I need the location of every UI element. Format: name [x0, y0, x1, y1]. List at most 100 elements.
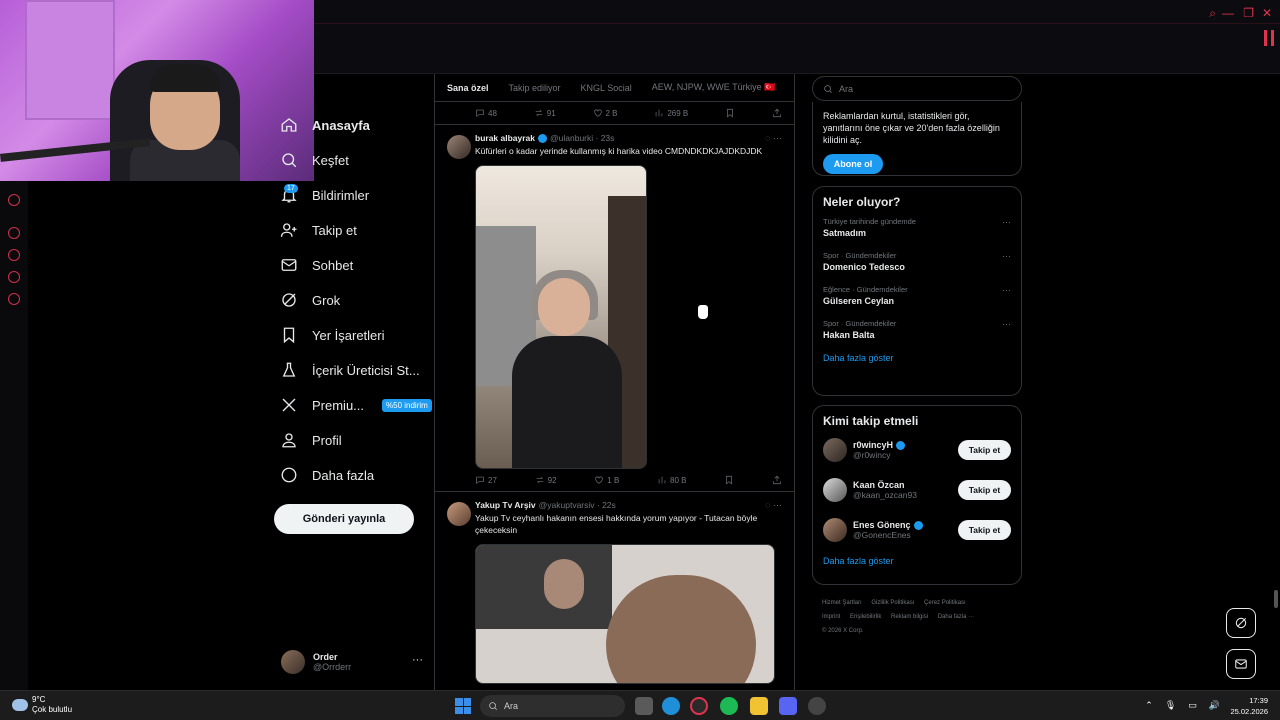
avatar[interactable]: [447, 502, 471, 526]
show-more-link[interactable]: Daha fazla göster: [823, 556, 1011, 566]
tweet-author-name[interactable]: burak albayrak: [475, 133, 535, 143]
dock-settings-icon[interactable]: [8, 293, 20, 305]
grok-float-button[interactable]: [1226, 608, 1256, 638]
file-explorer-icon[interactable]: [750, 697, 768, 715]
weather-widget[interactable]: 9°C Çok bulutlu: [12, 695, 72, 715]
like-button[interactable]: 1 B: [594, 475, 619, 485]
display-icon[interactable]: ▭: [1188, 700, 1197, 711]
search-bar[interactable]: [812, 76, 1022, 101]
more-icon[interactable]: ···: [1002, 285, 1011, 295]
tweet[interactable]: Yakup Tv Arşiv @yakuptvarsiv · 22s ◌ ···…: [435, 491, 794, 684]
search-input[interactable]: [839, 83, 999, 94]
task-view-icon[interactable]: [635, 697, 653, 715]
trend-item[interactable]: Eğlence · Gündemdekiler Gülseren Ceylan …: [823, 285, 1011, 306]
reply-button[interactable]: 48: [475, 108, 497, 118]
pause-icon[interactable]: [1264, 30, 1274, 46]
footer-link[interactable]: Imprint: [822, 614, 840, 620]
windows-start-icon[interactable]: [455, 698, 471, 714]
reply-button[interactable]: 27: [475, 475, 497, 485]
nav-profile[interactable]: Profil: [280, 425, 342, 455]
scrollbar[interactable]: [1274, 590, 1278, 608]
share-button[interactable]: [772, 108, 782, 118]
share-button[interactable]: [772, 475, 782, 485]
avatar[interactable]: [823, 478, 847, 502]
tab-for-you[interactable]: Sana özel: [447, 83, 489, 93]
dock-app-icon[interactable]: [8, 271, 20, 283]
more-icon[interactable]: ◌ ···: [765, 133, 782, 143]
account-switcher[interactable]: Order @Orrderr ···: [281, 648, 431, 676]
microphone-icon[interactable]: 🎙: [1165, 700, 1176, 711]
views-button[interactable]: 80 B: [657, 475, 687, 485]
close-icon[interactable]: ✕: [1262, 6, 1272, 20]
footer-link[interactable]: Hizmet Şartları: [822, 600, 862, 606]
tab-kngl-social[interactable]: KNGL Social: [581, 83, 632, 93]
bookmark-button[interactable]: [725, 108, 735, 118]
footer-link[interactable]: Daha fazla ···: [938, 614, 974, 620]
repost-button[interactable]: 92: [535, 475, 557, 485]
tweet-video[interactable]: [475, 165, 647, 469]
suggested-account[interactable]: Enes Gönenç @GonencEnes Takip et: [823, 516, 1011, 544]
clock[interactable]: 17:39 25.02.2026: [1230, 695, 1268, 717]
dock-app-icon[interactable]: [8, 227, 20, 239]
dock-clock-icon[interactable]: [8, 249, 20, 261]
repost-button[interactable]: 91: [534, 108, 556, 118]
timeline[interactable]: Sana özel Takip ediliyor KNGL Social AEW…: [434, 74, 795, 690]
nav-grok[interactable]: Grok: [280, 285, 340, 315]
tab-following[interactable]: Takip ediliyor: [509, 83, 561, 93]
app-icon[interactable]: [808, 697, 826, 715]
tweet[interactable]: burak albayrak @ulanburki · 23s ◌ ··· Kü…: [435, 124, 794, 491]
follow-button[interactable]: Takip et: [958, 520, 1011, 540]
discord-icon[interactable]: [779, 697, 797, 715]
tweet-author-name[interactable]: Yakup Tv Arşiv: [475, 500, 536, 510]
nav-follow[interactable]: Takip et: [280, 215, 357, 245]
nav-messages[interactable]: Sohbet: [280, 250, 353, 280]
taskbar-search[interactable]: Ara: [480, 695, 625, 717]
tweet-author-handle[interactable]: @yakuptvarsiv · 22s: [539, 500, 616, 510]
tab-aew-njpw[interactable]: AEW, NJPW, WWE Türkiye 🇹🇷: [652, 82, 776, 93]
bookmark-button[interactable]: [724, 475, 734, 485]
views-button[interactable]: 269 B: [654, 108, 688, 118]
chevron-up-icon[interactable]: ⌃: [1145, 700, 1153, 711]
edge-icon[interactable]: [662, 697, 680, 715]
like-button[interactable]: 2 B: [593, 108, 618, 118]
volume-icon[interactable]: 🔊: [1209, 700, 1220, 711]
avatar[interactable]: [823, 518, 847, 542]
trend-item[interactable]: Türkiye tarihinde gündemde Satmadım ···: [823, 217, 1011, 238]
follow-button[interactable]: Takip et: [958, 440, 1011, 460]
show-more-link[interactable]: Daha fazla göster: [823, 353, 1011, 363]
post-button[interactable]: Gönderi yayınla: [274, 504, 414, 534]
suggested-account[interactable]: Kaan Özcan @kaan_ozcan93 Takip et: [823, 476, 1011, 504]
nav-creator-studio[interactable]: İçerik Üreticisi St...: [280, 355, 420, 385]
search-icon[interactable]: ⌕: [1209, 6, 1216, 21]
minimize-icon[interactable]: —: [1222, 6, 1234, 20]
dock-app-icon[interactable]: [8, 194, 20, 206]
nav-explore[interactable]: Keşfet: [280, 145, 349, 175]
tweet-author-handle[interactable]: @ulanburki · 23s: [550, 133, 614, 143]
spotify-icon[interactable]: [720, 697, 738, 715]
tweet-video[interactable]: [475, 544, 775, 684]
footer-link[interactable]: Çerez Politikası: [924, 600, 966, 606]
avatar[interactable]: [447, 135, 471, 159]
nav-premium[interactable]: Premiu... %50 indirim: [280, 390, 432, 420]
tweet-header: burak albayrak @ulanburki · 23s ◌ ···: [475, 133, 782, 143]
nav-bookmarks[interactable]: Yer İşaretleri: [280, 320, 385, 350]
more-icon[interactable]: ···: [1002, 319, 1011, 329]
suggested-account[interactable]: r0wincyH @r0wincy Takip et: [823, 436, 1011, 464]
avatar[interactable]: [823, 438, 847, 462]
follow-button[interactable]: Takip et: [958, 480, 1011, 500]
more-icon[interactable]: ···: [1002, 217, 1011, 227]
subscribe-button[interactable]: Abone ol: [823, 154, 883, 174]
nav-home[interactable]: Anasayfa: [280, 110, 370, 140]
maximize-icon[interactable]: ❐: [1243, 6, 1254, 20]
trend-item[interactable]: Spor · Gündemdekiler Domenico Tedesco ··…: [823, 251, 1011, 272]
nav-more[interactable]: Daha fazla: [280, 460, 374, 490]
trend-item[interactable]: Spor · Gündemdekiler Hakan Balta ···: [823, 319, 1011, 340]
opera-gx-icon[interactable]: [690, 697, 708, 715]
footer-link[interactable]: Reklam bilgisi: [891, 614, 928, 620]
more-icon[interactable]: ···: [412, 654, 423, 666]
more-icon[interactable]: ◌ ···: [765, 500, 782, 510]
messages-float-button[interactable]: [1226, 649, 1256, 679]
footer-link[interactable]: Gizlilik Politikası: [871, 600, 914, 606]
more-icon[interactable]: ···: [1002, 251, 1011, 261]
footer-link[interactable]: Erişilebilirlik: [850, 614, 881, 620]
